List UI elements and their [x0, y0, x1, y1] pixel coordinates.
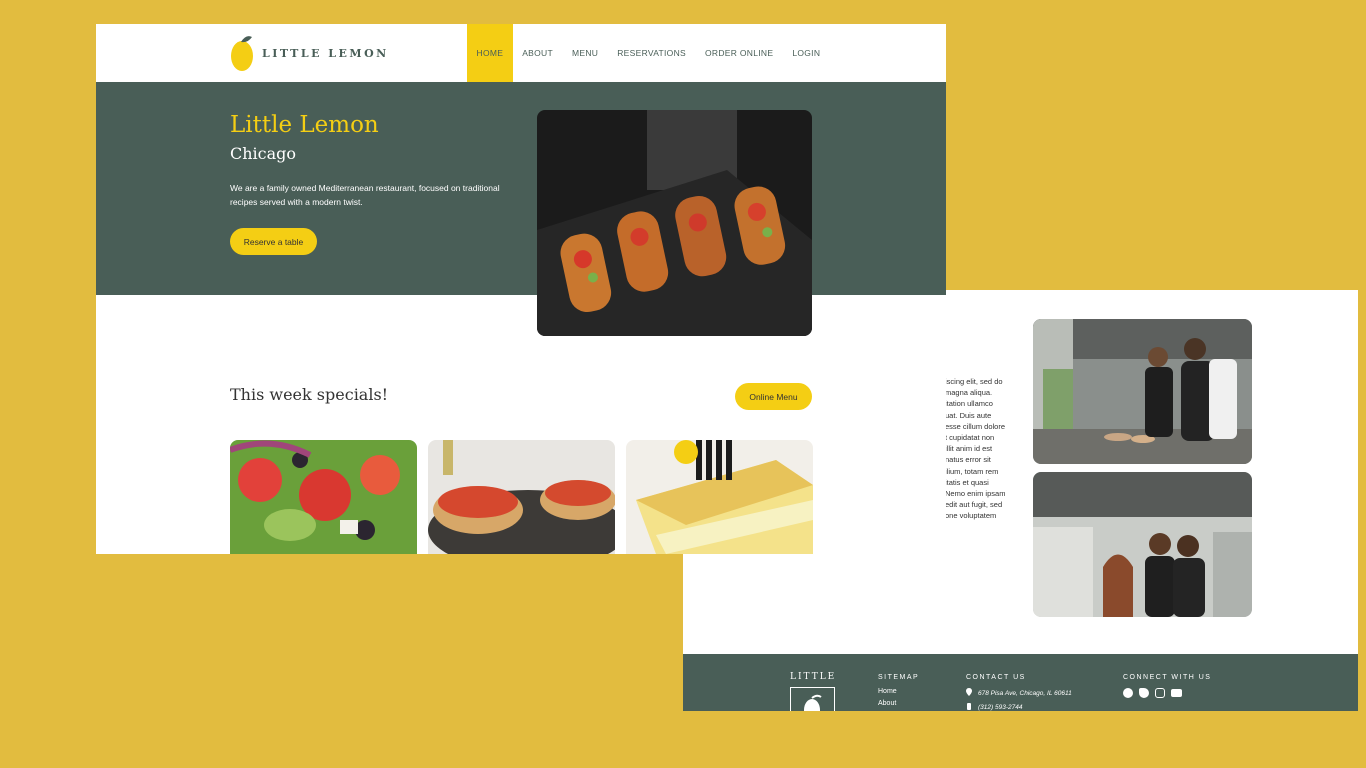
bruschetta-photo[interactable] [428, 440, 615, 554]
lemon-dessert-photo[interactable] [626, 440, 813, 554]
hero-subtitle: Chicago [230, 144, 297, 163]
about-line: one voluptatem [945, 511, 997, 521]
contact-phone: (312) 593-2744 [966, 703, 1072, 711]
nav-item-login[interactable]: LOGIN [783, 24, 830, 82]
chefs-toast-photo [1033, 472, 1252, 617]
hero-title: Little Lemon [230, 112, 379, 138]
footer-logo-text: LITTLE [790, 672, 837, 682]
nav-item-order-online[interactable]: ORDER ONLINE [696, 24, 783, 82]
phone-icon [966, 703, 972, 711]
about-description: iscing elit, sed do magna aliqua. itatio… [945, 376, 1009, 522]
specials-heading: This week specials! [230, 385, 389, 404]
about-line: itation ullamco [945, 399, 993, 409]
social-heading: CONNECT WITH US [1123, 674, 1212, 681]
footer-social: CONNECT WITH US [1123, 674, 1211, 698]
sitemap-heading: SITEMAP [878, 674, 920, 681]
about-line: natus error sit [945, 455, 991, 465]
address-text: 678 Pisa Ave, Chicago, IL 60611 [978, 689, 1072, 697]
instagram-icon[interactable] [1155, 688, 1165, 698]
about-line: ilium, totam rem [945, 466, 999, 476]
hero-food-photo [537, 110, 812, 336]
facebook-icon[interactable] [1123, 688, 1133, 698]
contact-address: 678 Pisa Ave, Chicago, IL 60611 [966, 688, 1072, 698]
hero-description: We are a family owned Mediterranean rest… [230, 183, 500, 207]
about-line: esse cillum dolore [945, 421, 1006, 431]
footer-contact: CONTACT US 678 Pisa Ave, Chicago, IL 606… [966, 674, 1072, 711]
greek-salad-photo[interactable] [230, 440, 417, 554]
about-line: magna aliqua. [945, 388, 993, 398]
nav-item-home[interactable]: HOME [467, 24, 513, 82]
nav-item-reservations[interactable]: RESERVATIONS [608, 24, 696, 82]
online-menu-button[interactable]: Online Menu [735, 383, 812, 410]
chefs-kitchen-photo [1033, 319, 1252, 464]
about-line: uat. Duis aute [945, 410, 992, 420]
home-page-mockup: LITTLE LEMON HOME ABOUT MENU RESERVATION… [96, 24, 946, 554]
footer-link-home[interactable]: Home [878, 688, 919, 695]
phone-text: (312) 593-2744 [978, 704, 1023, 711]
hero-section: Little Lemon Chicago We are a family own… [96, 82, 946, 295]
footer-sitemap: SITEMAP Home About [878, 674, 919, 711]
top-navbar: LITTLE LEMON HOME ABOUT MENU RESERVATION… [96, 24, 946, 82]
twitter-icon[interactable] [1139, 688, 1149, 698]
nav-item-about[interactable]: ABOUT [513, 24, 563, 82]
map-pin-icon [966, 688, 972, 698]
youtube-icon[interactable] [1171, 689, 1182, 697]
about-line: itatis et quasi [945, 477, 989, 487]
nav-menu: HOME ABOUT MENU RESERVATIONS ORDER ONLIN… [467, 24, 830, 82]
footer-logo-icon [790, 687, 835, 711]
contact-heading: CONTACT US [966, 674, 1026, 681]
brand-logo[interactable]: LITTLE LEMON [230, 33, 389, 73]
about-line: iscing elit, sed do [945, 377, 1003, 386]
brand-name: LITTLE LEMON [262, 46, 389, 60]
footer-link-about[interactable]: About [878, 700, 919, 707]
nav-item-menu[interactable]: MENU [562, 24, 607, 82]
footer: LITTLE SITEMAP Home About CONTACT US 678… [683, 654, 1358, 711]
about-line: Nemo enim ipsam [945, 489, 1006, 499]
lemon-icon [230, 33, 254, 73]
about-line: illit anim id est [945, 444, 993, 454]
about-line: edit aut fugit, sed [945, 500, 1003, 510]
reserve-table-button[interactable]: Reserve a table [230, 228, 317, 255]
about-line: t cupidatat non [945, 433, 995, 443]
